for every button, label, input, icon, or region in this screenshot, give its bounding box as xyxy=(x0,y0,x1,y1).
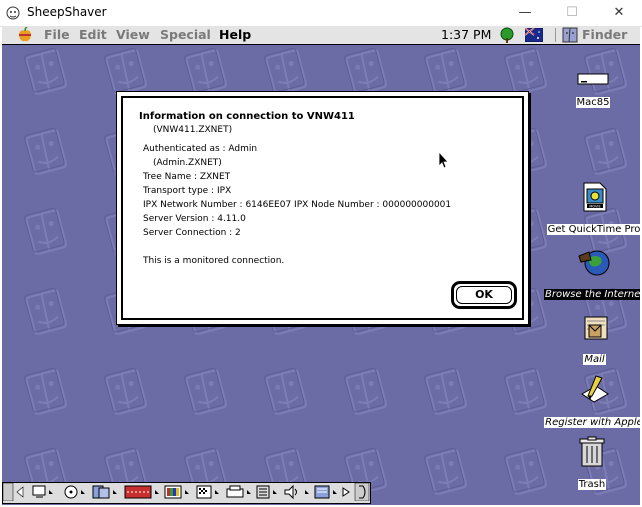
apple-menu-icon[interactable] xyxy=(16,27,34,43)
menu-file[interactable]: File xyxy=(44,27,70,42)
authenticated-as: Authenticated as : Admin xyxy=(143,144,258,154)
finder-icon[interactable] xyxy=(562,27,578,43)
desktop-icon-mac85[interactable]: Mac85 xyxy=(575,71,611,109)
desktop-icon-browse-internet[interactable]: Browse the Internet xyxy=(544,244,640,301)
app-menu-finder[interactable]: Finder xyxy=(582,27,627,42)
ipx-numbers: IPX Network Number : 6146EE07 IPX Node N… xyxy=(143,200,452,210)
server-version: Server Version : 4.11.0 xyxy=(143,214,246,224)
desktop-icon-label: Mac85 xyxy=(575,97,611,108)
globe-icon xyxy=(578,250,610,276)
trash-icon xyxy=(579,436,605,467)
authenticated-full: (Admin.ZXNET) xyxy=(153,158,222,168)
register-icon xyxy=(581,375,609,403)
svg-text:MOVIE: MOVIE xyxy=(589,205,600,209)
menu-view[interactable]: View xyxy=(116,27,150,42)
monitored-note: This is a monitored connection. xyxy=(143,256,285,266)
control-strip-icons xyxy=(2,482,370,502)
server-connection: Server Connection : 2 xyxy=(143,228,241,238)
dialog-frame: Information on connection to VNW411 (VNW… xyxy=(121,96,524,320)
mac-menubar: File Edit View Special Help 1:37 PM Find… xyxy=(2,26,640,45)
menu-help[interactable]: Help xyxy=(219,27,251,42)
keyboard-flag-icon[interactable] xyxy=(525,28,543,42)
host-window-title: SheepShaver xyxy=(27,5,107,19)
disk-icon xyxy=(577,73,609,85)
menu-special[interactable]: Special xyxy=(160,27,211,42)
tree-icon[interactable] xyxy=(499,27,515,43)
mouse-pointer-icon xyxy=(438,151,449,169)
desktop-icon-register-apple[interactable]: Register with Apple xyxy=(544,374,640,429)
server-full-name: (VNW411.ZXNET) xyxy=(153,125,233,135)
desktop-icon-label: Mail xyxy=(583,354,606,365)
transport-type: Transport type : IPX xyxy=(143,186,232,196)
tree-name: Tree Name : ZXNET xyxy=(143,172,231,182)
connection-info-dialog: Information on connection to VNW411 (VNW… xyxy=(116,91,529,325)
desktop-icon-label: Register with Apple xyxy=(544,417,640,428)
mail-icon xyxy=(584,316,607,340)
quicktime-movie-icon: MOVIE xyxy=(583,182,607,212)
ok-button[interactable]: OK xyxy=(456,286,512,304)
menubar-separator xyxy=(555,28,556,42)
menu-edit[interactable]: Edit xyxy=(79,27,107,42)
desktop-icon-trash[interactable]: Trash xyxy=(572,436,612,491)
close-button[interactable]: ✕ xyxy=(596,0,642,26)
desktop-icon-label: Get QuickTime Pro xyxy=(546,224,640,235)
maximize-button[interactable]: ☐ xyxy=(549,0,595,26)
menubar-clock[interactable]: 1:37 PM xyxy=(441,27,491,42)
minimize-button[interactable]: — xyxy=(502,0,548,26)
desktop-icon-label: Browse the Internet xyxy=(544,289,640,300)
ok-button-default-ring: OK xyxy=(451,281,517,309)
mac-desktop: File Edit View Special Help 1:37 PM Find… xyxy=(2,26,640,505)
desktop-icon-quicktime[interactable]: MOVIE Get QuickTime Pro xyxy=(544,181,640,236)
dialog-title: Information on connection to VNW411 xyxy=(139,111,355,122)
host-titlebar: SheepShaver — ☐ ✕ xyxy=(0,0,642,27)
desktop-icon-mail[interactable]: Mail xyxy=(572,311,617,366)
control-strip xyxy=(2,482,371,504)
sheepshaver-icon xyxy=(6,6,20,20)
desktop-icon-label: Trash xyxy=(577,479,607,490)
